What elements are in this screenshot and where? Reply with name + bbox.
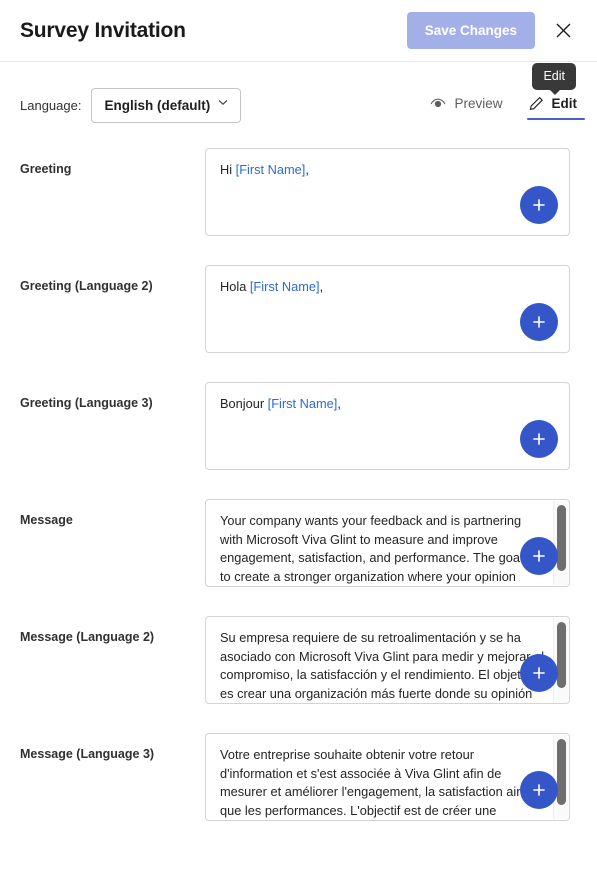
eye-icon bbox=[430, 98, 446, 110]
tab-edit-label: Edit bbox=[551, 96, 578, 111]
add-placeholder-button[interactable] bbox=[520, 654, 558, 692]
message-lang3-input[interactable]: Votre entreprise souhaite obtenir votre … bbox=[205, 733, 570, 821]
dialog-header: Survey Invitation Save Changes bbox=[0, 0, 597, 61]
field-wrapper: Hi [First Name], bbox=[205, 148, 570, 236]
form-row-message: Message Your company wants your feedback… bbox=[20, 499, 570, 587]
greeting-lang2-input[interactable]: Hola [First Name], bbox=[205, 265, 570, 353]
greeting-prefix: Bonjour bbox=[220, 396, 268, 411]
plus-icon bbox=[531, 197, 547, 213]
message-text: Votre entreprise souhaite obtenir votre … bbox=[220, 747, 533, 818]
form-body: Greeting Hi [First Name], Greeting (Lang… bbox=[0, 148, 597, 821]
form-row-message-lang3: Message (Language 3) Votre entreprise so… bbox=[20, 733, 570, 821]
message-text: Your company wants your feedback and is … bbox=[220, 513, 536, 584]
field-label: Greeting (Language 2) bbox=[20, 279, 153, 293]
greeting-prefix: Hola bbox=[220, 279, 250, 294]
scrollbar-thumb[interactable] bbox=[557, 505, 566, 571]
language-select-value: English (default) bbox=[104, 97, 211, 113]
tab-preview-label: Preview bbox=[454, 96, 503, 111]
language-group: Language: English (default) bbox=[20, 87, 242, 123]
add-placeholder-button[interactable] bbox=[520, 420, 558, 458]
field-wrapper: Bonjour [First Name], bbox=[205, 382, 570, 470]
field-wrapper: Hola [First Name], bbox=[205, 265, 570, 353]
add-placeholder-button[interactable] bbox=[520, 303, 558, 341]
placeholder-token: [First Name] bbox=[267, 396, 338, 411]
message-text: Su empresa requiere de su retroalimentac… bbox=[220, 630, 544, 701]
edit-tooltip: Edit bbox=[532, 63, 576, 95]
add-placeholder-button[interactable] bbox=[520, 537, 558, 575]
field-label: Greeting (Language 3) bbox=[20, 396, 153, 410]
greeting-suffix: , bbox=[337, 396, 341, 411]
tab-preview[interactable]: Preview bbox=[428, 90, 504, 120]
greeting-lang3-input[interactable]: Bonjour [First Name], bbox=[205, 382, 570, 470]
field-wrapper: Su empresa requiere de su retroalimentac… bbox=[205, 616, 570, 704]
message-lang2-input[interactable]: Su empresa requiere de su retroalimentac… bbox=[205, 616, 570, 704]
add-placeholder-button[interactable] bbox=[520, 771, 558, 809]
form-row-greeting-lang3: Greeting (Language 3) Bonjour [First Nam… bbox=[20, 382, 570, 470]
field-wrapper: Your company wants your feedback and is … bbox=[205, 499, 570, 587]
form-row-greeting-lang2: Greeting (Language 2) Hola [First Name], bbox=[20, 265, 570, 353]
field-label: Message (Language 3) bbox=[20, 747, 155, 761]
greeting-suffix: , bbox=[319, 279, 324, 294]
plus-icon bbox=[531, 314, 547, 330]
scrollbar-track[interactable] bbox=[553, 501, 568, 585]
add-placeholder-button[interactable] bbox=[520, 186, 558, 224]
pencil-icon bbox=[529, 96, 544, 111]
placeholder-token: [First Name] bbox=[249, 279, 320, 294]
message-input[interactable]: Your company wants your feedback and is … bbox=[205, 499, 570, 587]
scrollbar-thumb[interactable] bbox=[557, 622, 566, 688]
greeting-prefix: Hi bbox=[220, 162, 236, 177]
field-label: Greeting bbox=[20, 162, 72, 176]
greeting-suffix: , bbox=[305, 162, 309, 177]
chevron-down-icon bbox=[218, 99, 228, 109]
plus-icon bbox=[531, 548, 547, 564]
close-button[interactable] bbox=[547, 15, 579, 47]
form-row-greeting: Greeting Hi [First Name], bbox=[20, 148, 570, 236]
field-wrapper: Votre entreprise souhaite obtenir votre … bbox=[205, 733, 570, 821]
save-changes-button[interactable]: Save Changes bbox=[406, 12, 535, 49]
language-select[interactable]: English (default) bbox=[91, 87, 242, 123]
greeting-input[interactable]: Hi [First Name], bbox=[205, 148, 570, 236]
scrollbar-track[interactable] bbox=[553, 618, 568, 702]
form-row-message-lang2: Message (Language 2) Su empresa requiere… bbox=[20, 616, 570, 704]
placeholder-token: [First Name] bbox=[235, 162, 306, 177]
field-label: Message (Language 2) bbox=[20, 630, 155, 644]
toolbar: Language: English (default) Preview Edit… bbox=[0, 62, 597, 148]
scrollbar-track[interactable] bbox=[553, 735, 568, 819]
scrollbar-thumb[interactable] bbox=[557, 739, 566, 805]
language-label: Language: bbox=[20, 97, 82, 113]
field-label: Message bbox=[20, 513, 73, 527]
plus-icon bbox=[531, 665, 547, 681]
page-title: Survey Invitation bbox=[20, 18, 186, 42]
plus-icon bbox=[531, 782, 547, 798]
close-icon bbox=[556, 23, 571, 38]
plus-icon bbox=[531, 431, 547, 447]
